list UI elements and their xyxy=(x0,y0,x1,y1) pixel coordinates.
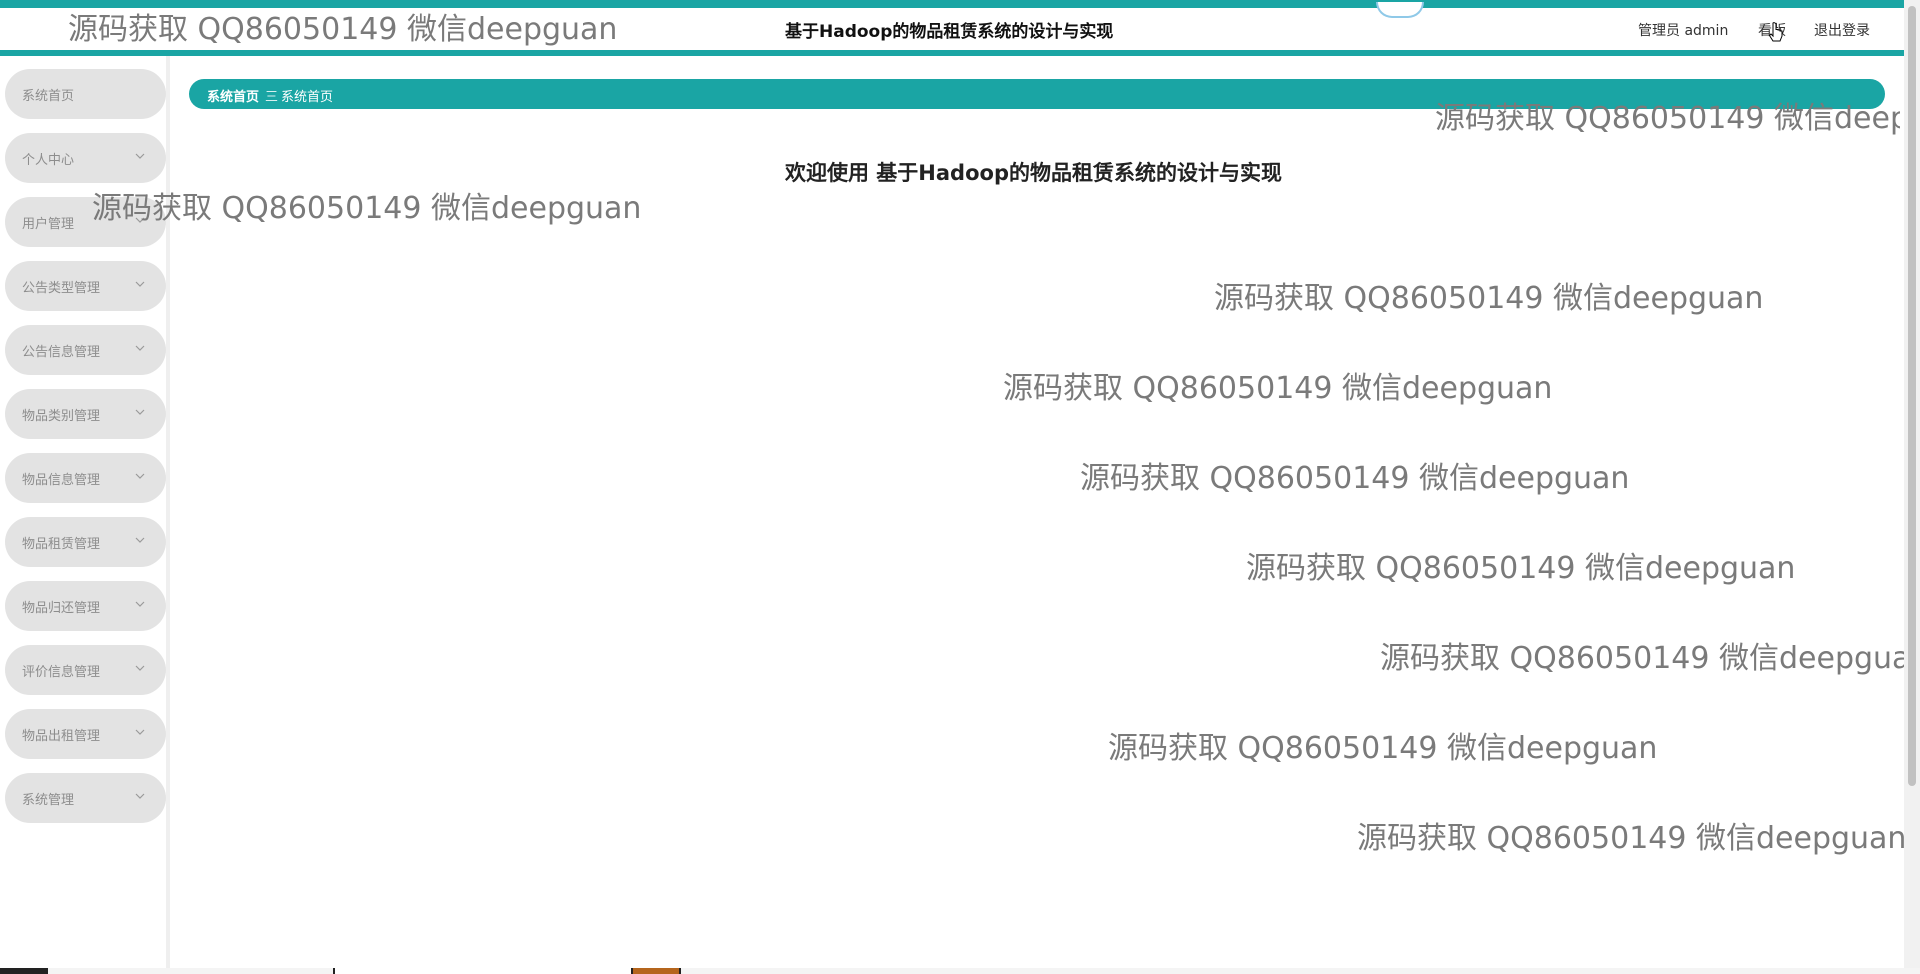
chevron-down-icon xyxy=(135,729,145,735)
chevron-down-icon xyxy=(135,473,145,479)
watermark: 源码获取 QQ86050149 微信deepguan xyxy=(92,191,642,226)
chevron-down-icon xyxy=(135,601,145,607)
taskbar-strip xyxy=(0,968,1920,974)
breadcrumb-current: 系统首页 xyxy=(281,90,334,105)
chevron-down-icon xyxy=(135,537,145,543)
taskbar-segment xyxy=(681,968,1920,974)
sidebar-item-label: 物品信息管理 xyxy=(22,473,101,488)
sidebar-item-label: 公告类型管理 xyxy=(22,281,101,296)
sidebar-item-label: 用户管理 xyxy=(22,217,75,232)
watermark: 源码获取 QQ86050149 微信deepguan xyxy=(1246,551,1796,586)
vertical-scrollbar[interactable] xyxy=(1904,0,1920,974)
taskbar-segment xyxy=(335,968,631,974)
sidebar-item-label: 物品归还管理 xyxy=(22,601,101,616)
watermark: 源码获取 QQ86050149 微信deepguan xyxy=(1080,461,1630,496)
admin-label: 管理员 admin xyxy=(1638,23,1729,39)
app-title: 基于Hadoop的物品租赁系统的设计与实现 xyxy=(785,22,1114,42)
sidebar-item-notice-info[interactable]: 公告信息管理 xyxy=(5,325,166,375)
sidebar-item-system[interactable]: 系统管理 xyxy=(5,773,166,823)
sidebar-item-notice-types[interactable]: 公告类型管理 xyxy=(5,261,166,311)
sidebar-item-label: 物品出租管理 xyxy=(22,729,101,744)
chevron-down-icon xyxy=(135,153,145,159)
taskbar-segment xyxy=(48,968,333,974)
watermark: 源码获取 QQ86050149 微信deepguan xyxy=(1357,821,1907,856)
chevron-down-icon xyxy=(135,665,145,671)
sidebar-item-item-categories[interactable]: 物品类别管理 xyxy=(5,389,166,439)
sidebar-item-item-leasing[interactable]: 物品出租管理 xyxy=(5,709,166,759)
mouse-pointer-icon xyxy=(1768,22,1783,42)
sidebar-item-label: 物品类别管理 xyxy=(22,409,101,424)
sidebar-item-label: 系统管理 xyxy=(22,793,75,808)
welcome-heading: 欢迎使用 基于Hadoop的物品租赁系统的设计与实现 xyxy=(785,161,1282,185)
sidebar-item-label: 评价信息管理 xyxy=(22,665,101,680)
watermark: 源码获取 QQ86050149 微信deepguan xyxy=(1108,731,1658,766)
top-header: 基于Hadoop的物品租赁系统的设计与实现 管理员 admin 看版 退出登录 xyxy=(0,0,1904,56)
breadcrumb-home-link[interactable]: 系统首页 xyxy=(207,86,259,105)
sidebar-item-label: 个人中心 xyxy=(22,153,75,168)
chevron-down-icon xyxy=(135,281,145,287)
sidebar-item-label: 物品租赁管理 xyxy=(22,537,101,552)
sidebar-item-label: 公告信息管理 xyxy=(22,345,101,360)
sidebar-item-home[interactable]: 系统首页 xyxy=(5,69,166,119)
watermark: 源码获取 QQ86050149 微信deepguan xyxy=(1003,371,1553,406)
logout-link[interactable]: 退出登录 xyxy=(1814,20,1870,40)
sidebar-item-item-rental[interactable]: 物品租赁管理 xyxy=(5,517,166,567)
chevron-down-icon xyxy=(135,345,145,351)
sidebar-item-reviews[interactable]: 评价信息管理 xyxy=(5,645,166,695)
watermark: 源码获取 QQ86050149 微信deepguan xyxy=(1380,641,1920,676)
taskbar-segment xyxy=(633,968,679,974)
scrollbar-thumb[interactable] xyxy=(1908,6,1916,786)
sidebar-item-item-return[interactable]: 物品归还管理 xyxy=(5,581,166,631)
avatar-ring-icon xyxy=(1376,2,1424,18)
sidebar: 系统首页 个人中心 用户管理 公告类型管理 公告信息管理 物品类别管理 物品信息… xyxy=(0,56,170,970)
sidebar-item-label: 系统首页 xyxy=(22,89,75,104)
chevron-down-icon xyxy=(135,217,145,223)
breadcrumb: 系统首页 三 系统首页 xyxy=(189,79,1885,109)
chevron-down-icon xyxy=(135,409,145,415)
chevron-down-icon xyxy=(135,793,145,799)
sidebar-item-item-info[interactable]: 物品信息管理 xyxy=(5,453,166,503)
watermark: 源码获取 QQ86050149 微信deepguan xyxy=(1214,281,1764,316)
sidebar-item-personal-center[interactable]: 个人中心 xyxy=(5,133,166,183)
breadcrumb-separator: 三 xyxy=(265,90,279,105)
sidebar-item-users[interactable]: 用户管理 xyxy=(5,197,166,247)
